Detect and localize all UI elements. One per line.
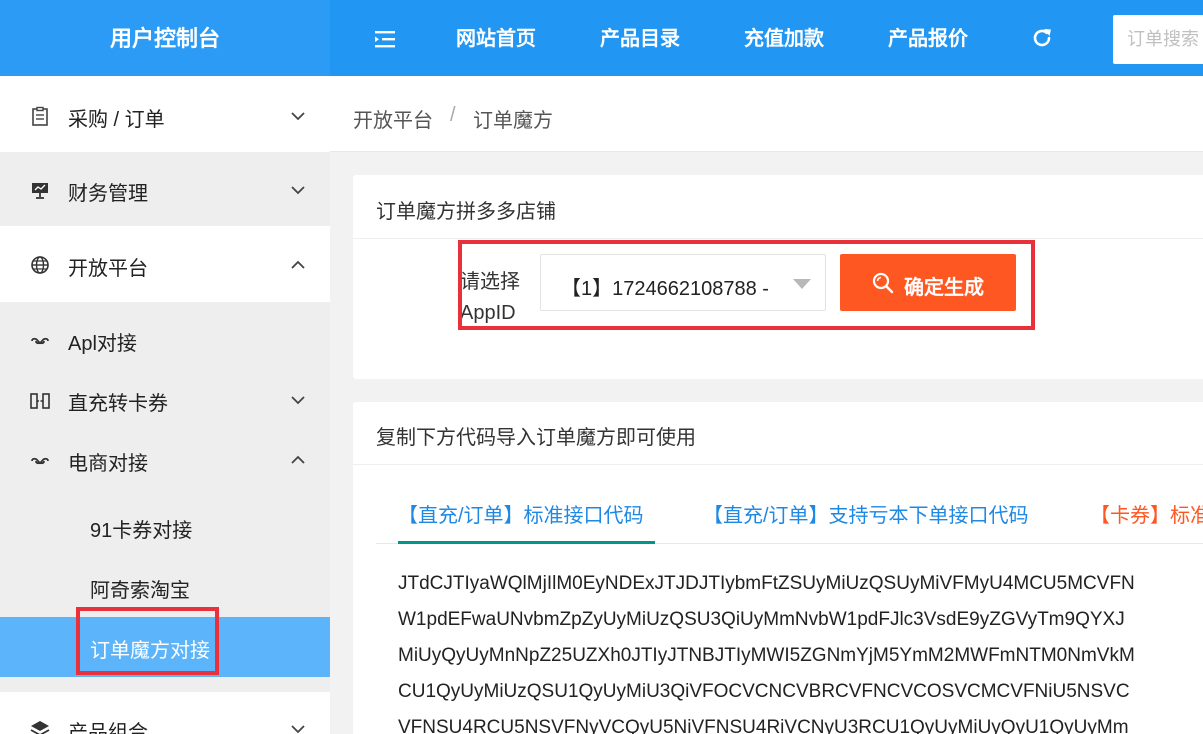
- sidebar-item-label: 91卡券对接: [90, 520, 193, 542]
- chevron-down-icon: [289, 107, 307, 125]
- code-line: W1pdEFwaUNvbmZpZyUyMiUzQSU3QiUyMmNvbW1pd…: [398, 609, 1125, 630]
- active-tab-indicator: [398, 541, 655, 544]
- chevron-up-icon: [289, 451, 307, 469]
- sidebar-item-label: 采购 / 订单: [68, 109, 165, 131]
- card-divider: [353, 238, 1203, 239]
- breadcrumb: [330, 76, 1203, 152]
- sidebar-item-product-bundle[interactable]: 产品组合: [0, 716, 330, 734]
- top-header: 用户控制台 网站首页 产品目录 充值加款 产品报价: [0, 0, 1203, 76]
- highlight-box-sidebar: [76, 607, 219, 675]
- sidebar-item-label: 财务管理: [68, 183, 148, 205]
- sidebar-item-ecommerce[interactable]: 电商对接: [0, 447, 330, 477]
- chevron-up-icon: [289, 256, 307, 274]
- link-icon: [30, 451, 50, 471]
- code-line: CU1QyUyMiUzQSU1QyUyMiU3QiVFOCVCNCVBRCVFN…: [398, 681, 1130, 702]
- sidebar-item-finance[interactable]: 财务管理: [0, 177, 330, 207]
- breadcrumb-current: 订单魔方: [473, 110, 553, 132]
- nav-recharge[interactable]: 充值加款: [744, 0, 824, 76]
- sidebar-item-label: 电商对接: [68, 453, 148, 475]
- tab-coupon-code[interactable]: 【卡券】标准: [1090, 499, 1203, 528]
- card-title: 订单魔方拼多多店铺: [376, 201, 556, 223]
- chevron-down-icon: [289, 720, 307, 734]
- card-divider: [353, 464, 1203, 465]
- exchange-icon: [30, 391, 50, 411]
- sidebar-item-label: 产品组合: [68, 722, 148, 734]
- refresh-icon[interactable]: [1030, 26, 1054, 50]
- breadcrumb-parent[interactable]: 开放平台: [353, 104, 433, 133]
- code-line: JTdCJTIyaWQlMjIlM0EyNDExJTJDJTIybmFtZSUy…: [398, 573, 1135, 594]
- tab-loss-order-code[interactable]: 【直充/订单】支持亏本下单接口代码: [703, 499, 1029, 528]
- layers-icon: [30, 719, 50, 734]
- order-search-input[interactable]: [1113, 15, 1203, 64]
- sidebar-item-91-coupon[interactable]: 91卡券对接: [0, 514, 330, 544]
- nav-home[interactable]: 网站首页: [456, 0, 536, 76]
- sidebar-item-orders[interactable]: 采购 / 订单: [0, 103, 330, 133]
- chevron-down-icon: [289, 181, 307, 199]
- sidebar-item-label: 阿奇索淘宝: [90, 580, 190, 602]
- tab-standard-code[interactable]: 【直充/订单】标准接口代码: [398, 499, 644, 528]
- sidebar-item-api[interactable]: Apl对接: [0, 327, 330, 357]
- highlight-box-appid: [458, 240, 1035, 330]
- clipboard-icon: [30, 106, 50, 126]
- sidebar-item-label: 直充转卡券: [68, 393, 168, 415]
- presentation-icon: [30, 180, 50, 200]
- globe-icon: [30, 255, 50, 275]
- chevron-down-icon: [289, 391, 307, 409]
- nav-pricing[interactable]: 产品报价: [888, 0, 968, 76]
- brand-title: 用户控制台: [0, 0, 330, 76]
- sidebar-item-recharge-to-coupon[interactable]: 直充转卡券: [0, 387, 330, 417]
- code-line: VFNSU4RCU5NSVFNyVCQyU5NiVFNSU4RiVCNyU3RC…: [398, 717, 1129, 734]
- sidebar-item-label: Apl对接: [68, 333, 137, 355]
- menu-toggle-icon[interactable]: [372, 26, 398, 52]
- sidebar-item-aqisuo-taobao[interactable]: 阿奇索淘宝: [0, 574, 330, 604]
- sidebar-item-open-platform[interactable]: 开放平台: [0, 252, 330, 282]
- card-title: 复制下方代码导入订单魔方即可使用: [376, 427, 696, 449]
- code-line: MiUyQyUyMnNpZ25UZXh0JTIyJTNBJTIyMWI5ZGNm…: [398, 645, 1135, 666]
- nav-products[interactable]: 产品目录: [600, 0, 680, 76]
- link-icon: [30, 331, 50, 351]
- sidebar-item-label: 开放平台: [68, 258, 148, 280]
- breadcrumb-separator: /: [450, 104, 456, 126]
